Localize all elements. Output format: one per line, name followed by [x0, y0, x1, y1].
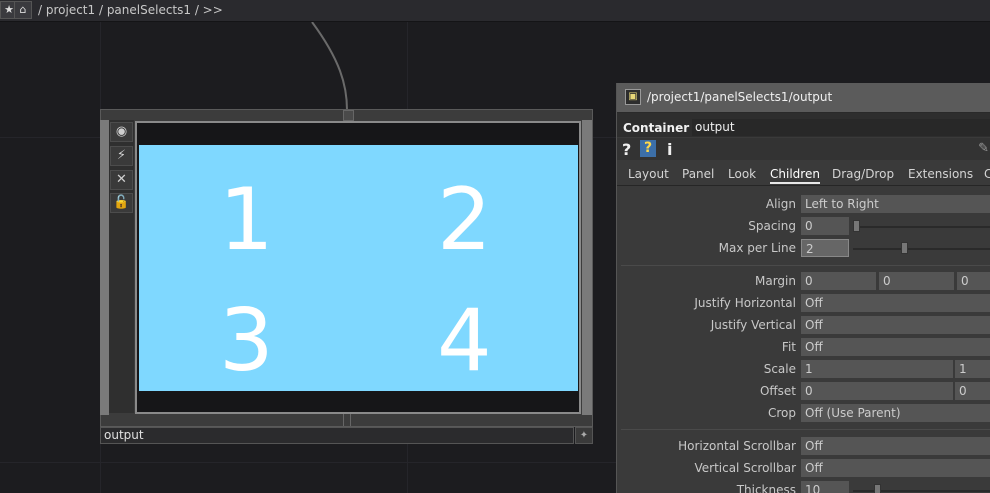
offset-x-field[interactable]: 0	[801, 382, 953, 400]
panel-title: /project1/panelSelects1/output	[647, 90, 833, 104]
scale-x-field[interactable]: 1	[801, 360, 953, 378]
scale-y-field[interactable]: 1	[955, 360, 990, 378]
panel-label-1: 1	[219, 170, 274, 270]
info-icon[interactable]: i	[667, 140, 672, 159]
param-tabs: Layout Panel Look Children Drag/Drop Ext…	[617, 163, 990, 186]
help-row: ? ? i ✎	[617, 138, 990, 160]
margin-label: Margin	[755, 274, 796, 288]
offset-y-field[interactable]: 0	[955, 382, 990, 400]
python-help-icon[interactable]: ?	[640, 140, 656, 157]
node-input-strip[interactable]	[100, 120, 109, 415]
justify-vertical-menu[interactable]: Off	[801, 316, 990, 334]
tab-look[interactable]: Look	[728, 167, 756, 181]
node-viewer-toggle-icon[interactable]: ✦	[575, 427, 593, 444]
tab-panel[interactable]: Panel	[682, 167, 714, 181]
align-menu[interactable]: Left to Right	[801, 195, 990, 213]
tab-layout[interactable]: Layout	[628, 167, 669, 181]
divider	[621, 429, 990, 430]
node-bottom-connector	[343, 414, 351, 426]
horizontal-scrollbar-menu[interactable]: Off	[801, 437, 990, 455]
vertical-scrollbar-label: Vertical Scrollbar	[694, 461, 796, 475]
spacing-field[interactable]: 0	[801, 217, 849, 235]
lock-icon[interactable]: 🔓	[110, 193, 133, 213]
justify-horizontal-label: Justify Horizontal	[694, 296, 796, 310]
spacing-label: Spacing	[748, 219, 796, 233]
tab-drag-drop[interactable]: Drag/Drop	[832, 167, 894, 181]
path-breadcrumb[interactable]: / project1 / panelSelects1 / >>	[38, 3, 223, 17]
crop-menu[interactable]: Off (Use Parent)	[801, 404, 990, 422]
tab-extensions[interactable]: Extensions	[908, 167, 973, 181]
fit-label: Fit	[781, 340, 796, 354]
scale-label: Scale	[763, 362, 796, 376]
spacing-slider-track	[853, 226, 990, 228]
max-per-line-field[interactable]: 2	[801, 239, 849, 257]
horizontal-scrollbar-label: Horizontal Scrollbar	[678, 439, 796, 453]
tab-overflow[interactable]: C	[984, 167, 990, 181]
thickness-slider[interactable]	[874, 484, 881, 493]
justify-horizontal-menu[interactable]: Off	[801, 294, 990, 312]
tab-children[interactable]: Children	[770, 167, 820, 184]
edit-icon[interactable]: ✎	[978, 141, 989, 156]
max-per-line-slider-track	[853, 248, 990, 250]
divider	[621, 265, 990, 266]
margin-right-field[interactable]: 0	[879, 272, 954, 290]
max-per-line-label: Max per Line	[718, 241, 796, 255]
cross-icon[interactable]: ✕	[110, 170, 133, 190]
node-name-field[interactable]: output	[100, 427, 574, 444]
max-per-line-slider[interactable]	[901, 242, 908, 254]
spacing-slider[interactable]	[853, 220, 860, 232]
viewer-active-icon[interactable]: ◉	[110, 122, 133, 142]
align-label: Align	[765, 197, 796, 211]
node-viewer[interactable]: 1 2 3 4	[139, 145, 578, 391]
margin-bottom-field[interactable]: 0	[957, 272, 990, 290]
panel-label-4: 4	[437, 291, 492, 391]
thickness-field[interactable]: 10	[801, 481, 849, 493]
panel-label-2: 2	[437, 170, 492, 270]
vertical-scrollbar-menu[interactable]: Off	[801, 459, 990, 477]
bypass-icon[interactable]: ⚡	[110, 146, 133, 166]
home-icon[interactable]: ⌂	[14, 1, 32, 19]
offset-label: Offset	[759, 384, 796, 398]
panel-titlebar[interactable]: ▣ /project1/panelSelects1/output	[617, 83, 990, 113]
thickness-label: Thickness	[736, 483, 796, 493]
panel-label-3: 3	[219, 291, 274, 391]
crop-label: Crop	[767, 406, 796, 420]
margin-left-field[interactable]: 0	[801, 272, 876, 290]
operator-header: Container output	[617, 113, 990, 137]
help-icon[interactable]: ?	[622, 140, 631, 159]
fit-menu[interactable]: Off	[801, 338, 990, 356]
node-input-connector[interactable]	[343, 110, 354, 121]
operator-name-field[interactable]: output	[692, 119, 990, 136]
parameter-panel: ▣ /project1/panelSelects1/output Contain…	[616, 83, 990, 493]
operator-type: Container	[623, 121, 690, 135]
operator-icon: ▣	[625, 89, 641, 105]
node-output-strip[interactable]	[582, 120, 592, 415]
path-bar: ★ ⌂ / project1 / panelSelects1 / >>	[0, 0, 990, 22]
justify-vertical-label: Justify Vertical	[710, 318, 796, 332]
